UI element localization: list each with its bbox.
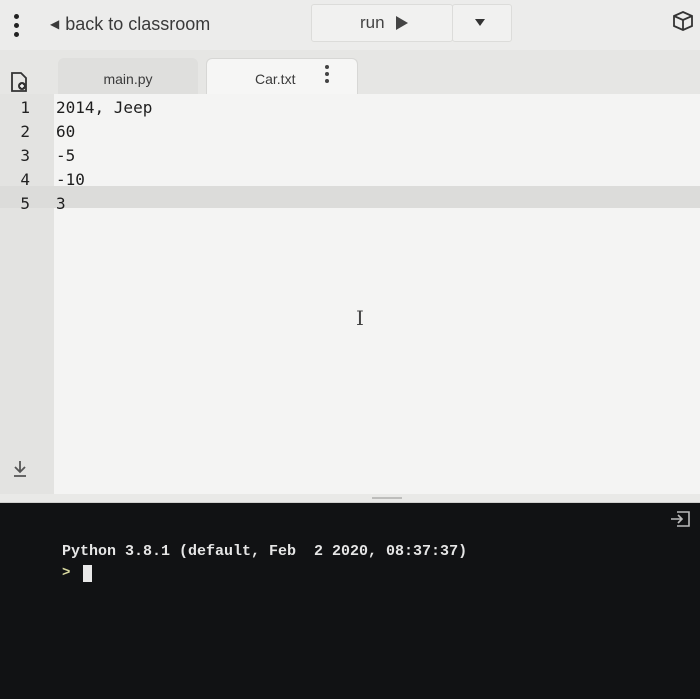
tab-car-txt[interactable]: Car.txt: [206, 58, 358, 95]
code-line[interactable]: -5: [56, 146, 75, 165]
download-icon[interactable]: [12, 460, 28, 478]
chevron-down-icon: [475, 19, 485, 26]
console-panel[interactable]: Python 3.8.1 (default, Feb 2 2020, 08:37…: [0, 503, 700, 699]
code-line[interactable]: 60: [56, 122, 75, 141]
run-label: run: [360, 13, 385, 32]
console-prompt: >: [62, 565, 71, 581]
top-bar: ◀ back to classroom run: [0, 0, 700, 50]
back-to-classroom-link[interactable]: ◀ back to classroom: [50, 14, 210, 35]
file-tab-bar: main.py Car.txt: [0, 50, 700, 95]
active-line-highlight: [0, 186, 700, 208]
line-number: 5: [20, 194, 30, 213]
panel-resize-handle[interactable]: [0, 494, 700, 503]
play-icon: [396, 16, 408, 30]
exit-icon[interactable]: [670, 511, 690, 527]
code-editor[interactable]: [54, 94, 700, 494]
code-line[interactable]: 3: [56, 194, 66, 213]
tab-main-py[interactable]: main.py: [58, 58, 198, 94]
console-banner: Python 3.8.1 (default, Feb 2 2020, 08:37…: [62, 543, 468, 560]
code-line[interactable]: -10: [56, 170, 85, 189]
grip-icon: [372, 497, 402, 499]
line-number: 1: [20, 98, 30, 117]
run-button[interactable]: run: [311, 4, 453, 42]
line-number: 2: [20, 122, 30, 141]
console-cursor[interactable]: [83, 565, 92, 582]
tab-label: main.py: [103, 71, 153, 87]
main-menu-icon[interactable]: [12, 14, 22, 44]
tab-options-icon[interactable]: [325, 65, 331, 86]
line-number: 3: [20, 146, 30, 165]
text-cursor-icon: I: [356, 306, 364, 330]
code-line[interactable]: 2014, Jeep: [56, 98, 152, 117]
file-icon[interactable]: [10, 72, 28, 92]
run-options-dropdown[interactable]: [452, 4, 512, 42]
line-number: 4: [20, 170, 30, 189]
tab-label: Car.txt: [255, 71, 296, 87]
package-icon[interactable]: [672, 10, 694, 32]
back-link-label: back to classroom: [65, 14, 211, 34]
caret-left-icon: ◀: [50, 17, 60, 31]
